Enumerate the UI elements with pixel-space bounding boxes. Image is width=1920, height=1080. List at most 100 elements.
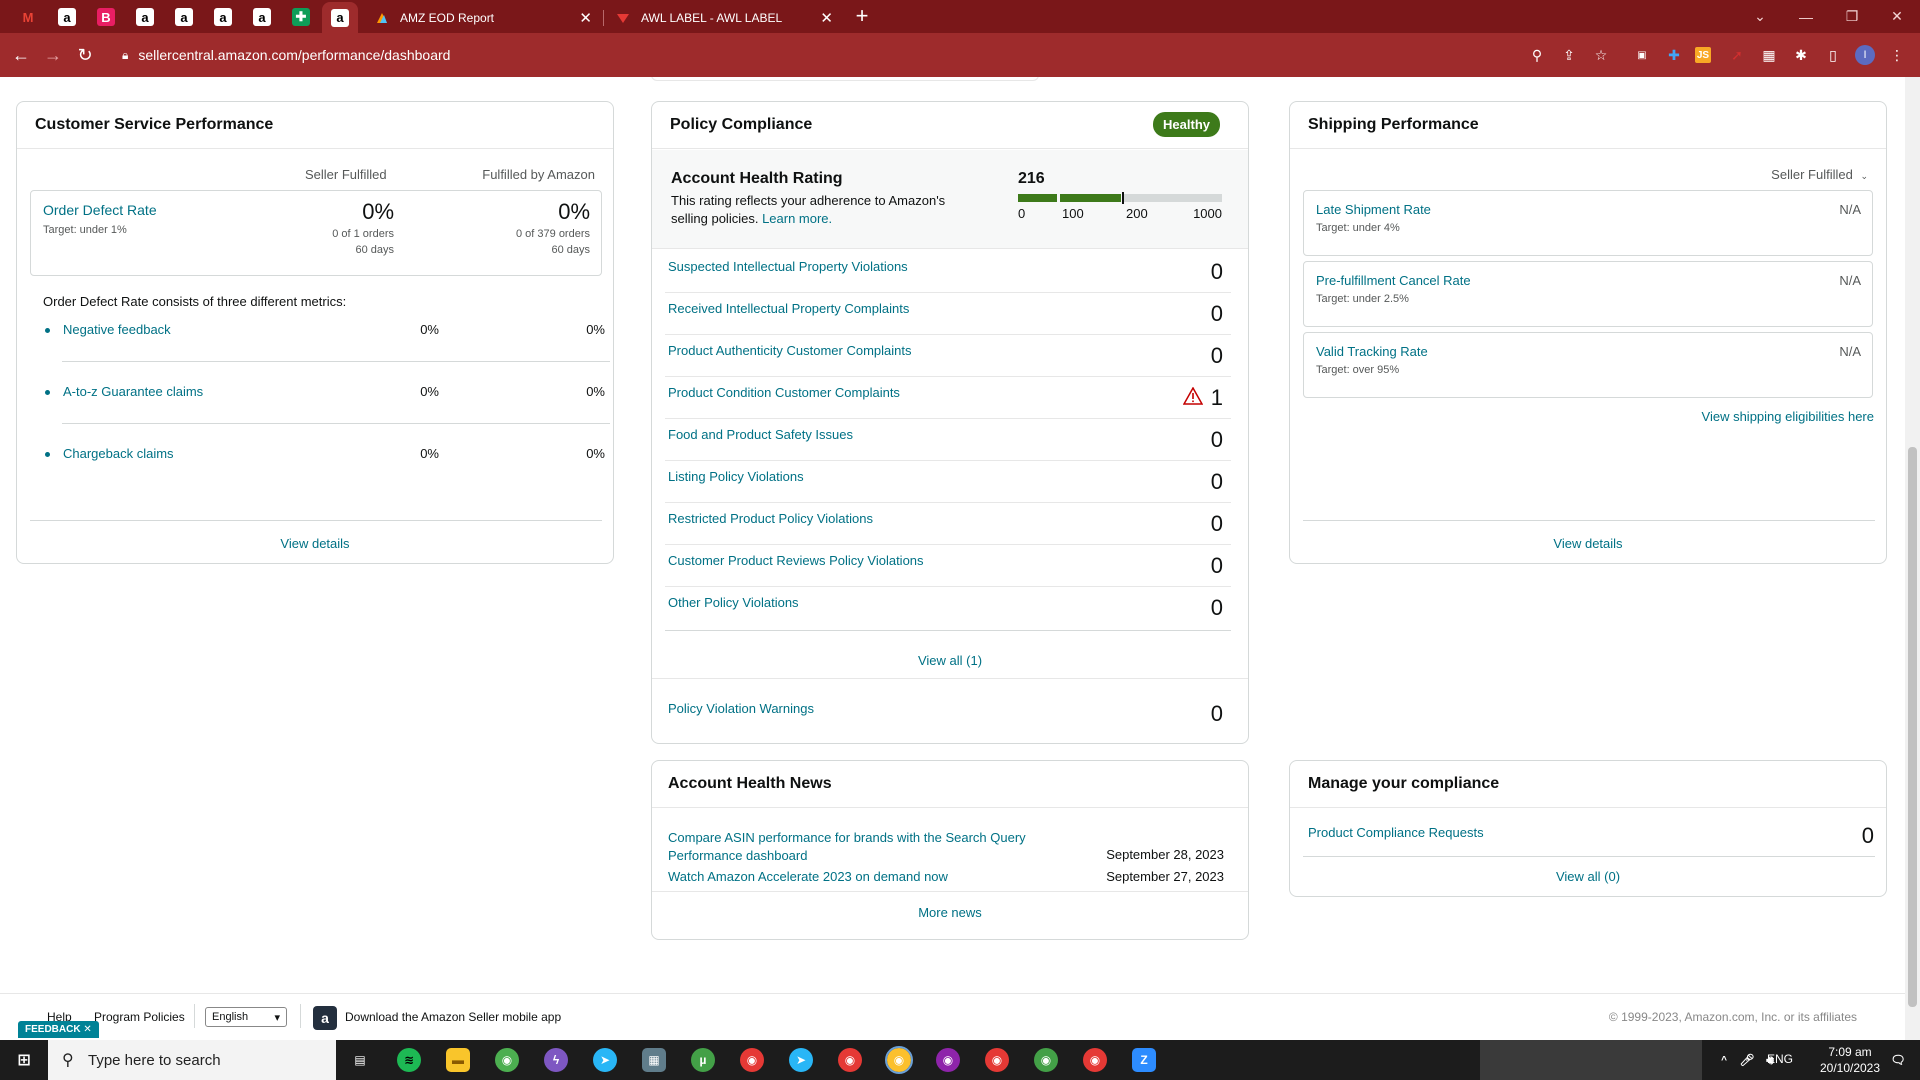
shipping-metric-link[interactable]: Valid Tracking Rate <box>1316 344 1428 359</box>
shipping-metric-link[interactable]: Late Shipment Rate <box>1316 202 1431 217</box>
policy-row-link[interactable]: Listing Policy Violations <box>668 469 804 484</box>
side-panel-icon[interactable]: ▯ <box>1823 45 1843 65</box>
view-all-policy-link[interactable]: View all (1) <box>652 653 1248 668</box>
scale-label: 0 <box>1018 206 1026 221</box>
view-shipping-eligibilities-link[interactable]: View shipping eligibilities here <box>1702 409 1874 424</box>
restore-button[interactable]: ❐ <box>1829 0 1875 33</box>
tab-search-icon[interactable]: ⌄ <box>1737 0 1783 33</box>
scrollbar-thumb[interactable] <box>1908 447 1917 1007</box>
view-all-compliance-link[interactable]: View all (0) <box>1290 869 1886 884</box>
calculator-icon[interactable]: ▦ <box>642 1048 666 1072</box>
tab-title: AWL LABEL - AWL LABEL <box>641 10 783 25</box>
windows-start-icon[interactable]: ⊞ <box>12 1048 36 1072</box>
policy-row-link[interactable]: Food and Product Safety Issues <box>668 427 853 442</box>
browser-toolbar: ← → ↻ 🔒︎ sellercentral.amazon.com/perfor… <box>0 33 1920 77</box>
chargeback-claims-link[interactable]: Chargeback claims <box>63 446 174 461</box>
extension-puzzle-blue-icon[interactable]: ✚ <box>1664 45 1684 65</box>
news-item-link[interactable]: Watch Amazon Accelerate 2023 on demand n… <box>668 869 948 884</box>
tab-amz-eod-report[interactable]: AMZ EOD Report ✕ <box>364 2 602 33</box>
chrome-profile-icon[interactable]: ◉ <box>1083 1048 1107 1072</box>
amazon-active-tab[interactable]: a <box>322 2 358 33</box>
seller-app-icon[interactable]: a <box>313 1006 337 1030</box>
chrome-profile-icon[interactable]: ◉ <box>936 1048 960 1072</box>
policy-row-link[interactable]: Customer Product Reviews Policy Violatio… <box>668 553 924 568</box>
language-select[interactable]: English ▾ <box>205 1007 287 1027</box>
language-indicator[interactable]: ENG <box>1767 1052 1801 1066</box>
download-app-link[interactable]: Download the Amazon Seller mobile app <box>345 1010 561 1024</box>
close-tab-icon[interactable]: ✕ <box>579 9 592 27</box>
policy-row-link[interactable]: Product Condition Customer Complaints <box>668 385 900 400</box>
task-view-icon[interactable]: ▤ <box>348 1048 372 1072</box>
minimize-button[interactable]: — <box>1783 0 1829 33</box>
amazon-pinned-tab[interactable]: a <box>244 5 280 29</box>
sheets-pinned-tab[interactable]: ✚ <box>283 5 319 29</box>
chrome-profile-icon[interactable]: ◉ <box>1034 1048 1058 1072</box>
policy-row-link[interactable]: Product Authenticity Customer Complaints <box>668 343 912 358</box>
policy-row-link[interactable]: Other Policy Violations <box>668 595 799 610</box>
more-news-link[interactable]: More news <box>652 905 1248 920</box>
feedback-button[interactable]: FEEDBACK ✕ <box>18 1021 99 1038</box>
bookmark-star-icon[interactable]: ☆ <box>1591 45 1611 65</box>
policy-row-link[interactable]: Received Intellectual Property Complaint… <box>668 301 909 316</box>
extension-off-icon[interactable]: ▣ <box>1632 45 1652 65</box>
chrome-profile-icon[interactable]: ◉ <box>838 1048 862 1072</box>
address-bar[interactable]: 🔒︎ sellercentral.amazon.com/performance/… <box>110 39 1290 71</box>
utorrent-icon[interactable]: µ <box>691 1048 715 1072</box>
news-item-link[interactable]: Compare ASIN performance for brands with… <box>668 829 1048 865</box>
language-value: English <box>212 1011 249 1023</box>
product-compliance-requests-link[interactable]: Product Compliance Requests <box>1308 825 1484 840</box>
extension-arrow-icon[interactable]: ➚ <box>1727 45 1747 65</box>
extensions-puzzle-icon[interactable]: ✱ <box>1791 45 1811 65</box>
js-extension-icon[interactable]: JS <box>1695 47 1711 63</box>
amazon-pinned-tab[interactable]: a <box>166 5 202 29</box>
show-hidden-icons[interactable]: ^ <box>1712 1048 1736 1072</box>
policy-warnings-link[interactable]: Policy Violation Warnings <box>668 701 814 716</box>
menu-dots-icon[interactable]: ⋮ <box>1887 45 1907 65</box>
policy-row-link[interactable]: Restricted Product Policy Violations <box>668 511 873 526</box>
chrome-icon[interactable]: ◉ <box>495 1048 519 1072</box>
atoz-claims-link[interactable]: A-to-z Guarantee claims <box>63 384 203 399</box>
view-details-link[interactable]: View details <box>17 536 613 551</box>
messenger-icon[interactable]: ϟ <box>544 1048 568 1072</box>
amazon-pinned-tab[interactable]: a <box>127 5 163 29</box>
close-tab-icon[interactable]: ✕ <box>820 9 833 27</box>
view-details-link[interactable]: View details <box>1290 536 1886 551</box>
spotify-icon[interactable]: ≋ <box>397 1048 421 1072</box>
policy-row-link[interactable]: Suspected Intellectual Property Violatio… <box>668 259 908 274</box>
learn-more-link[interactable]: Learn more. <box>762 211 832 226</box>
telegram-badge-icon[interactable]: ➤ <box>789 1048 813 1072</box>
close-window-button[interactable]: ✕ <box>1874 0 1920 33</box>
page-scrollbar[interactable] <box>1905 77 1920 1040</box>
new-tab-button[interactable]: + <box>850 5 874 29</box>
program-policies-link[interactable]: Program Policies <box>94 1010 185 1024</box>
amazon-pinned-tab[interactable]: a <box>205 5 241 29</box>
microphone-icon[interactable]: 🎤︎ <box>1735 1048 1759 1072</box>
profile-avatar[interactable]: I <box>1855 45 1875 65</box>
metric-atoz-claims: A-to-z Guarantee claims 0% 0% <box>45 384 605 412</box>
notifications-icon[interactable]: 🗨︎ <box>1886 1048 1910 1072</box>
back-icon[interactable]: ← <box>9 43 33 67</box>
chrome-profile-icon[interactable]: ◉ <box>740 1048 764 1072</box>
share-icon[interactable]: ⇪ <box>1559 45 1579 65</box>
taskbar-search-box[interactable]: ⚲ Type here to search <box>48 1040 336 1080</box>
amazon-icon: a <box>175 8 193 26</box>
shipping-metric-link[interactable]: Pre-fulfillment Cancel Rate <box>1316 273 1471 288</box>
extension-grid-icon[interactable]: ▦ <box>1759 45 1779 65</box>
chrome-active-icon[interactable]: ◉ <box>885 1046 913 1074</box>
reload-icon[interactable]: ↻ <box>73 43 97 67</box>
tab-awl-label[interactable]: AWL LABEL - AWL LABEL ✕ <box>605 2 843 33</box>
negative-feedback-link[interactable]: Negative feedback <box>63 322 171 337</box>
zoom-icon[interactable]: ⚲ <box>1527 45 1547 65</box>
gmail-pinned-tab[interactable]: M <box>10 5 46 29</box>
order-defect-rate-link[interactable]: Order Defect Rate <box>43 202 157 218</box>
chrome-profile-icon[interactable]: ◉ <box>985 1048 1009 1072</box>
b-pinned-tab[interactable]: B <box>88 5 124 29</box>
shipping-filter-dropdown[interactable]: Seller Fulfilled ⌄ <box>1771 167 1868 182</box>
close-icon[interactable]: ✕ <box>83 1024 91 1035</box>
amazon-pinned-tab[interactable]: a <box>49 5 85 29</box>
clock[interactable]: 7:09 am 20/10/2023 <box>1810 1044 1890 1076</box>
zoom-app-icon[interactable]: Z <box>1132 1048 1156 1072</box>
telegram-icon[interactable]: ➤ <box>593 1048 617 1072</box>
file-explorer-icon[interactable]: ▬ <box>446 1048 470 1072</box>
forward-icon[interactable]: → <box>41 43 65 67</box>
